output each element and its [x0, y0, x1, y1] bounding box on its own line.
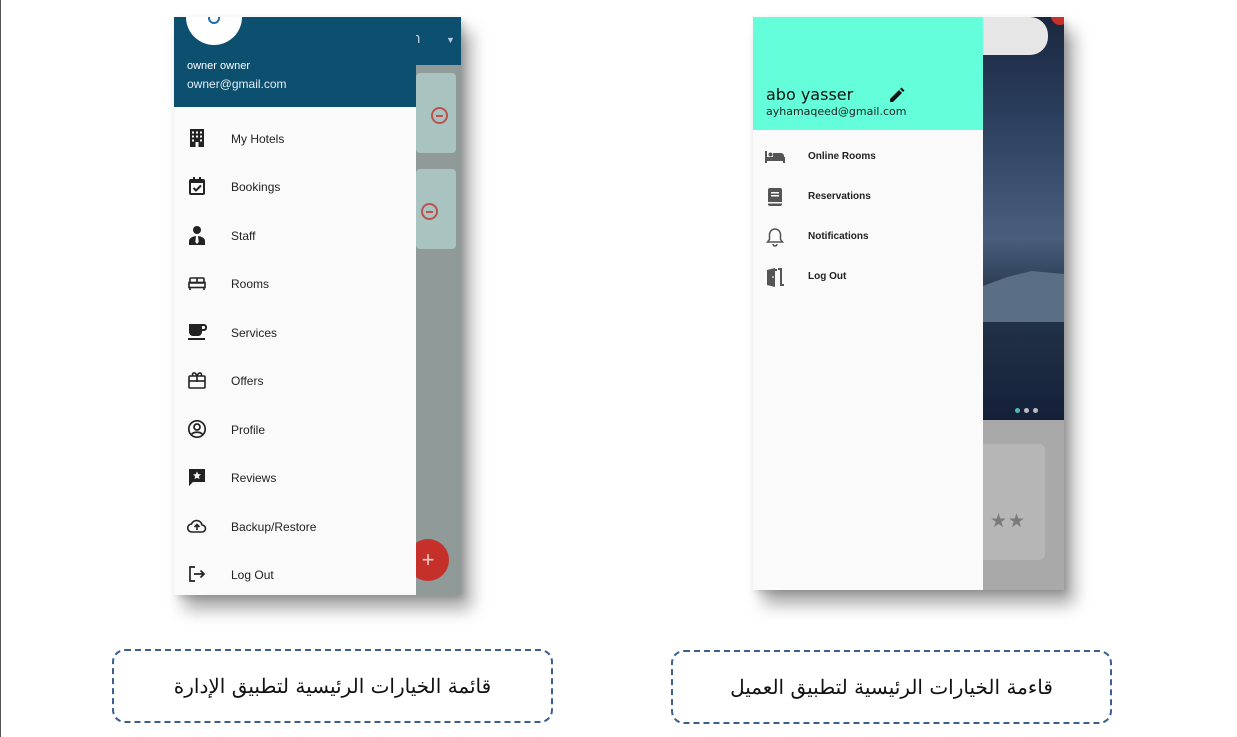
rating-stars: ★★ [990, 511, 1027, 532]
coffee-cup-icon [187, 322, 207, 342]
background-hotel-card [416, 73, 456, 153]
client-navigation-drawer: abo yasser ayhamaqeed@gmail.com Online R… [753, 17, 983, 590]
bed-icon [187, 273, 207, 293]
client-menu-caption: قاءمة الخيارات الرئيسية لتطبيق العميل [671, 650, 1112, 724]
menu-item-notifications[interactable]: Notifications [753, 217, 983, 257]
hotel-photo-carousel[interactable] [983, 17, 1064, 420]
edit-pencil-icon[interactable] [888, 86, 906, 104]
menu-item-label: Profile [231, 423, 266, 437]
door-exit-icon [764, 266, 786, 288]
person-tie-icon [187, 225, 207, 245]
account-circle-icon [187, 419, 207, 439]
user-name: abo yasser [766, 85, 854, 104]
logout-icon [187, 564, 207, 584]
avatar[interactable] [186, 17, 242, 45]
user-email: ayhamaqeed@gmail.com [766, 105, 907, 118]
menu-item-label: Bookings [231, 180, 281, 194]
bell-icon [764, 226, 786, 248]
menu-item-label: Reviews [231, 471, 277, 485]
drawer-header: abo yasser ayhamaqeed@gmail.com [753, 17, 983, 130]
menu-item-label: Reservations [808, 191, 871, 202]
menu-item-staff[interactable]: Staff [174, 214, 416, 258]
user-name: owner owner [187, 60, 250, 72]
background-search-bar[interactable] [983, 17, 1048, 55]
remove-circle-icon[interactable] [431, 107, 448, 124]
menu-item-label: Backup/Restore [231, 520, 317, 534]
menu-item-services[interactable]: Services [174, 311, 416, 355]
menu-item-online-rooms[interactable]: Online Rooms [753, 137, 983, 177]
menu-item-log-out[interactable]: Log Out [753, 257, 983, 297]
menu-item-label: Staff [231, 229, 256, 243]
menu-item-reviews[interactable]: Reviews [174, 456, 416, 500]
menu-item-label: Services [231, 326, 278, 340]
menu-item-label: Notifications [808, 231, 869, 242]
hotel-icon [187, 128, 207, 148]
admin-app-screenshot: n ▼ + owner owner owner@gmail.com My Hot… [174, 17, 461, 595]
menu-item-label: Online Rooms [808, 151, 876, 162]
user-email: owner@gmail.com [187, 77, 287, 91]
book-icon [764, 186, 786, 208]
menu-item-label: My Hotels [231, 132, 285, 146]
bed-icon [764, 146, 786, 168]
menu-item-label: Log Out [808, 271, 847, 282]
menu-item-log-out[interactable]: Log Out [174, 553, 416, 595]
menu-item-my-hotels[interactable]: My Hotels [174, 117, 416, 161]
rate-review-icon [187, 467, 207, 487]
background-hotel-card[interactable] [983, 444, 1045, 560]
admin-navigation-drawer: owner owner owner@gmail.com My Hotels Bo… [174, 17, 416, 595]
calendar-check-icon [187, 176, 207, 196]
gift-card-icon [187, 370, 207, 390]
menu-item-reservations[interactable]: Reservations [753, 177, 983, 217]
menu-item-backup-restore[interactable]: Backup/Restore [174, 505, 416, 549]
drawer-header: owner owner owner@gmail.com [174, 17, 416, 107]
dropdown-arrow-icon[interactable]: ▼ [446, 35, 455, 45]
menu-item-label: Offers [231, 374, 264, 388]
background-hotel-card [416, 169, 456, 249]
background-app-bar: n ▼ [412, 17, 461, 65]
menu-item-label: Rooms [231, 277, 270, 291]
remove-circle-icon[interactable] [421, 203, 438, 220]
menu-item-label: Log Out [231, 568, 274, 582]
menu-item-bookings[interactable]: Bookings [174, 165, 416, 209]
menu-item-offers[interactable]: Offers [174, 359, 416, 403]
client-app-screenshot: ★★ abo yasser ayhamaqeed@gmail.com Onlin… [753, 17, 1064, 590]
cloud-upload-icon [187, 516, 207, 536]
menu-item-profile[interactable]: Profile [174, 408, 416, 452]
menu-item-rooms[interactable]: Rooms [174, 262, 416, 306]
admin-menu-caption: قائمة الخيارات الرئيسية لتطبيق الإدارة [112, 649, 553, 723]
carousel-indicator[interactable] [1015, 400, 1042, 418]
left-border-line [0, 0, 1, 737]
